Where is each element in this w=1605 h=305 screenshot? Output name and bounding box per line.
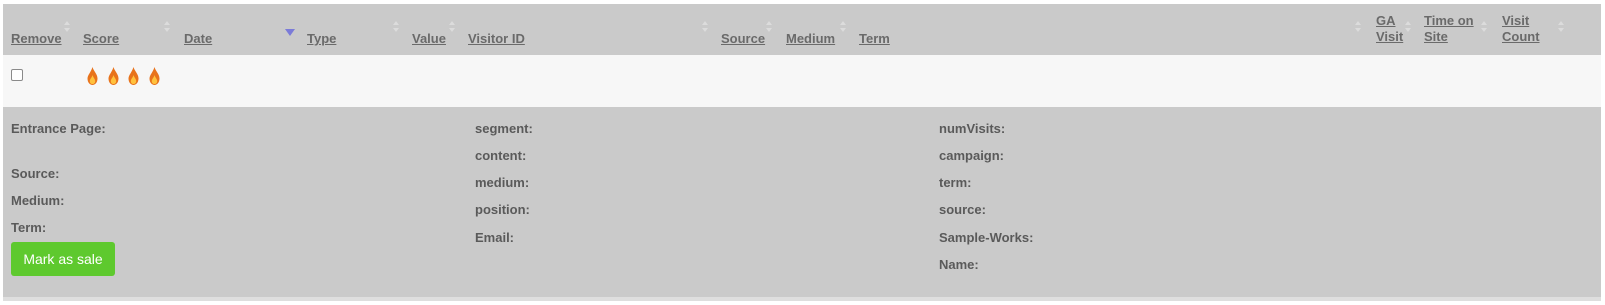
column-header-score[interactable]: Score [83, 31, 119, 47]
column-header-visit-count-line2: Count [1502, 29, 1540, 44]
column-header-medium[interactable]: Medium [786, 31, 835, 47]
flame-icon [87, 67, 98, 85]
column-header-time-on-site[interactable]: Time on Site [1424, 13, 1474, 45]
column-header-date[interactable]: Date [184, 31, 212, 47]
detail-source-label: Source: [11, 166, 60, 181]
sort-descending-icon[interactable] [285, 29, 295, 36]
detail-email-label: Email: [475, 230, 515, 245]
detail-term-param-label: term: [939, 175, 972, 190]
column-header-term[interactable]: Term [859, 31, 890, 47]
mark-as-sale-button[interactable]: Mark as sale [11, 242, 115, 276]
column-header-type[interactable]: Type [307, 31, 336, 47]
sort-icon[interactable] [449, 21, 455, 35]
table-row[interactable] [3, 55, 1601, 107]
detail-source-param-label: source: [939, 202, 986, 217]
sort-icon[interactable] [393, 21, 399, 35]
column-header-source[interactable]: Source [721, 31, 765, 47]
column-header-visitor-id[interactable]: Visitor ID [468, 31, 525, 47]
sort-icon[interactable] [1405, 21, 1411, 35]
sort-icon[interactable] [164, 21, 170, 35]
sort-icon[interactable] [64, 21, 70, 35]
column-header-time-on-site-line2: Site [1424, 29, 1448, 44]
sort-icon[interactable] [766, 21, 772, 35]
detail-sample-works-label: Sample-Works: [939, 230, 1034, 245]
detail-term-label: Term: [11, 220, 47, 235]
column-header-ga-visit[interactable]: GA Visit [1376, 13, 1403, 45]
column-header-ga-visit-line2: Visit [1376, 29, 1404, 44]
detail-campaign-label: campaign: [939, 148, 1005, 163]
detail-content-label: content: [475, 148, 527, 163]
column-header-remove[interactable]: Remove [11, 31, 62, 47]
detail-name-label: Name: [939, 257, 979, 272]
detail-position-label: position: [475, 202, 530, 217]
table-header: Remove Score Date Type Value Visitor ID … [3, 4, 1601, 55]
flame-icon [108, 67, 118, 85]
flame-icon [128, 67, 139, 85]
column-header-visit-count-line1: Visit [1502, 13, 1530, 28]
sort-icon[interactable] [840, 21, 846, 35]
column-header-ga-visit-line1: GA [1376, 13, 1396, 28]
detail-num-visits-label: numVisits: [939, 121, 1006, 136]
row-details-panel: Entrance Page: Source: Medium: Term: Mar… [3, 107, 1601, 297]
remove-checkbox[interactable] [11, 69, 23, 81]
divider [3, 297, 1601, 301]
detail-medium-label: Medium: [11, 193, 65, 208]
detail-segment-label: segment: [475, 121, 533, 136]
sort-icon[interactable] [702, 21, 708, 35]
detail-entrance-page-label: Entrance Page: [11, 121, 106, 136]
detail-medium-param-label: medium: [475, 175, 530, 190]
column-header-visit-count[interactable]: Visit Count [1502, 13, 1540, 45]
flame-icon [149, 67, 159, 85]
column-header-value[interactable]: Value [412, 31, 446, 47]
leads-table: Remove Score Date Type Value Visitor ID … [3, 4, 1601, 301]
sort-icon[interactable] [1355, 21, 1361, 35]
column-header-time-on-site-line1: Time on [1424, 13, 1474, 28]
sort-icon[interactable] [1481, 21, 1487, 35]
sort-icon[interactable] [1558, 21, 1564, 35]
